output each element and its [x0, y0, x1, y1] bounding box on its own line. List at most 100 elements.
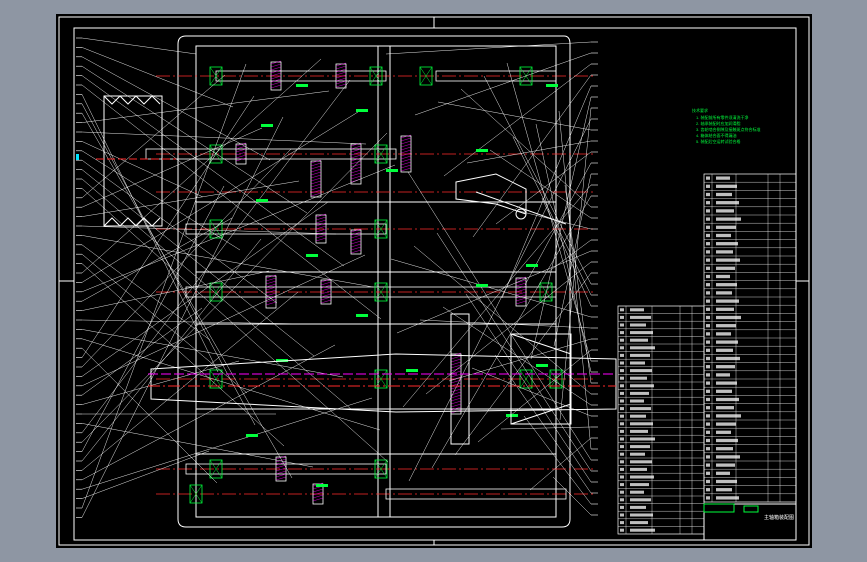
- table-cell-text: [630, 308, 644, 312]
- part-leader-left: [81, 116, 284, 518]
- gear-hatch: [315, 216, 327, 221]
- gear-hatch: [515, 285, 527, 290]
- table-cell-text: [620, 505, 624, 509]
- table-cell-text: [706, 438, 710, 443]
- gear-hatch: [275, 467, 287, 472]
- gear-hatch: [320, 284, 332, 289]
- gear-hatch: [270, 81, 282, 86]
- parts-list-lower: [617, 305, 705, 535]
- gear-hatch: [350, 175, 362, 180]
- part-leader-left: [81, 348, 218, 484]
- gear-hatch: [270, 78, 282, 83]
- gearbox-housing: [177, 35, 571, 528]
- tech-note-line: 2. 轴承装配时应加润滑脂: [696, 120, 740, 126]
- table-cell-text: [716, 414, 741, 418]
- table-cell-text: [620, 315, 624, 319]
- table-cell-text: [716, 332, 731, 336]
- dimension-tag: [546, 84, 558, 87]
- technical-notes: 技术要求 1. 装配前所有零件须清洗干净 2. 轴承装配时应加润滑脂 3. 齿轮…: [692, 107, 760, 144]
- gear-section: [350, 143, 362, 185]
- table-cell-text: [706, 209, 710, 213]
- gear-hatch: [400, 146, 412, 151]
- part-leader-right: [489, 149, 592, 219]
- part-leader-right: [390, 258, 592, 318]
- gear-hatch: [320, 281, 332, 286]
- gear-hatch: [515, 288, 527, 293]
- table-cell-text: [716, 447, 733, 451]
- gear-hatch: [320, 290, 332, 295]
- table-cell-text: [706, 242, 710, 246]
- dimension-tag: [246, 434, 258, 437]
- table-cell-text: [620, 528, 624, 532]
- table-cell-text: [706, 348, 710, 352]
- gear-hatch: [320, 293, 332, 298]
- table-cell-text: [630, 490, 644, 494]
- table-cell-text: [716, 381, 737, 385]
- gear-hatch: [400, 134, 412, 139]
- gear-hatch: [310, 189, 322, 194]
- table-cell-text: [716, 307, 734, 311]
- table-cell-text: [716, 463, 735, 467]
- gear-hatch: [310, 174, 322, 179]
- table-cell-text: [716, 438, 738, 443]
- table-cell-text: [706, 455, 710, 459]
- gear-hatch: [315, 219, 327, 224]
- part-leader-left: [81, 180, 300, 217]
- gear-hatch: [400, 149, 412, 154]
- table-cell-text: [620, 445, 624, 449]
- table-cell-text: [716, 373, 730, 377]
- table-cell-text: [630, 361, 645, 365]
- table-cell-text: [620, 490, 624, 494]
- table-cell-text: [620, 384, 624, 388]
- gear-hatch: [400, 140, 412, 145]
- gear-hatch: [312, 491, 324, 496]
- gear-hatch: [265, 298, 277, 303]
- table-cell-text: [620, 437, 624, 441]
- part-leader-left: [81, 160, 278, 304]
- table-cell-text: [716, 397, 739, 402]
- table-cell-text: [706, 488, 710, 492]
- table-cell-text: [620, 460, 624, 464]
- table-cell-text: [630, 513, 653, 517]
- table-cell-text: [630, 445, 650, 449]
- table-cell-text: [706, 184, 710, 188]
- table-cell-text: [620, 513, 624, 517]
- gear-hatch: [235, 148, 247, 153]
- table-cell-text: [716, 242, 738, 246]
- gear-hatch: [265, 286, 277, 291]
- table-cell-text: [716, 299, 739, 303]
- gear-hatch: [270, 63, 282, 68]
- table-cell-text: [630, 521, 648, 525]
- table-cell-text: [620, 346, 624, 350]
- part-leader-right: [523, 415, 592, 505]
- gear-hatch: [350, 151, 362, 156]
- gear-hatch: [335, 71, 347, 76]
- gear-hatch: [310, 162, 322, 167]
- table-cell-text: [706, 217, 710, 221]
- table-cell-text: [630, 369, 652, 373]
- gear-hatch: [350, 243, 362, 248]
- part-leader-right: [472, 74, 592, 238]
- table-cell-text: [620, 331, 624, 335]
- table-cell-text: [716, 266, 735, 270]
- table-cell-text: [716, 471, 730, 475]
- table-cell-text: [706, 192, 710, 197]
- dimension-tag: [356, 314, 368, 317]
- gear-hatch: [450, 400, 462, 405]
- dimension-tag: [536, 364, 548, 367]
- table-cell-text: [620, 452, 624, 456]
- table-cell-text: [716, 250, 733, 254]
- gear-hatch: [350, 148, 362, 153]
- table-cell-text: [716, 348, 733, 352]
- gear-hatch: [350, 234, 362, 239]
- table-cell-text: [706, 201, 710, 205]
- gear-hatch: [265, 277, 277, 282]
- gear-hatch: [350, 240, 362, 245]
- dimension-tag: [306, 254, 318, 257]
- part-leader-right: [483, 75, 592, 285]
- gear-hatch: [275, 476, 287, 481]
- gear-hatch: [450, 397, 462, 402]
- part-leader-left: [81, 66, 308, 214]
- gear-hatch: [450, 376, 462, 381]
- table-cell-text: [620, 414, 624, 418]
